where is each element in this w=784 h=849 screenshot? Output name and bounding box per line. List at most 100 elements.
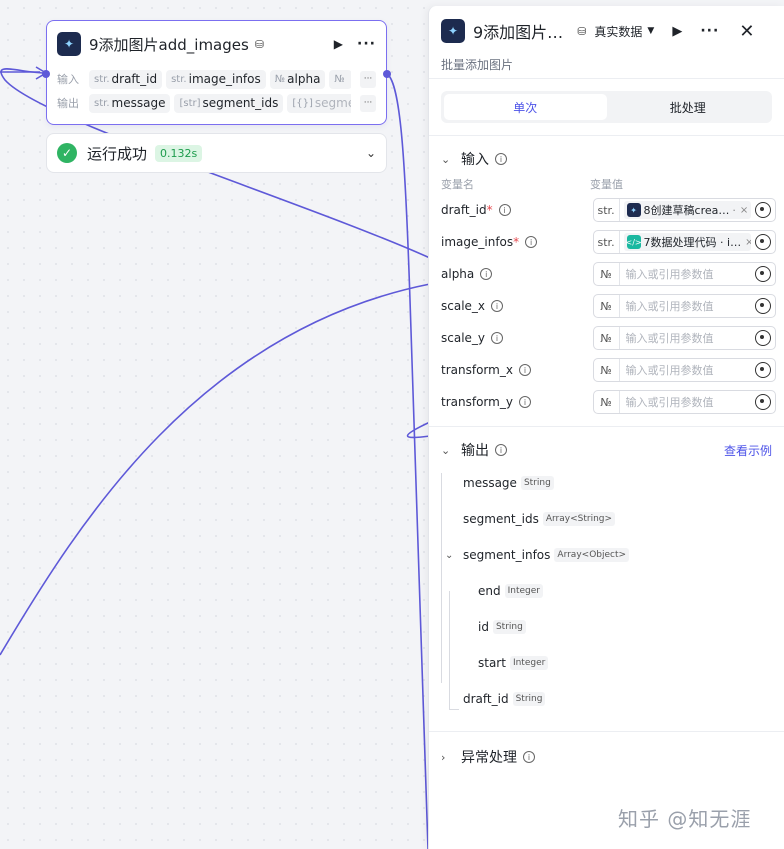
chevron-right-icon[interactable]: ›: [441, 751, 461, 764]
info-icon[interactable]: i: [491, 300, 504, 312]
view-example-link[interactable]: 查看示例: [724, 442, 772, 459]
param-value-field[interactable]: str. </>7数据处理代码 · i…×: [592, 230, 776, 254]
variable-reference-icon[interactable]: [755, 298, 771, 314]
type-badge: Integer: [504, 584, 543, 598]
variable-reference-icon[interactable]: [755, 202, 771, 218]
param-value-field[interactable]: № 输入或引用参数值: [592, 262, 776, 286]
param-type: №: [594, 391, 620, 413]
info-icon[interactable]: i: [495, 153, 507, 165]
output-item: draft_id String: [441, 681, 784, 717]
info-icon[interactable]: i: [495, 444, 507, 456]
param-row-draft-id: draft_id * i str. ✦ 8创建草稿crea… · ×: [429, 194, 784, 226]
edge-loop: [406, 421, 431, 439]
inputs-label: 输入: [57, 73, 79, 86]
edge-out-right: [385, 72, 429, 849]
param-name: alpha i: [441, 267, 593, 281]
panel-title: 9添加图片…: [473, 23, 564, 42]
error-handling-section-header[interactable]: › 异常处理 i: [429, 742, 784, 772]
output-section-title: 输出: [461, 443, 489, 459]
outputs-more-icon[interactable]: ···: [360, 94, 376, 112]
output-item: start Integer: [441, 645, 784, 681]
node-more-icon[interactable]: ···: [357, 36, 376, 52]
type-badge: String: [520, 476, 554, 490]
code-icon: </>: [626, 235, 642, 249]
param-row-transform-y: transform_y i № 输入或引用参数值: [429, 386, 784, 418]
node-inputs-row: 输入 str. draft_id str. image_infos № alpha №…: [47, 67, 386, 91]
node-outputs-row: 输出 str. message [str] segment_ids [{}] segm…: [47, 91, 386, 115]
param-name: image_infos * i: [441, 235, 593, 249]
chevron-down-icon[interactable]: ⌄: [445, 549, 463, 561]
output-chip: [{}]segment: [287, 93, 351, 113]
info-icon[interactable]: i: [518, 364, 531, 376]
info-icon[interactable]: i: [523, 751, 535, 763]
info-icon[interactable]: i: [518, 396, 531, 408]
variable-reference-icon[interactable]: [755, 266, 771, 282]
error-section-title: 异常处理: [461, 750, 517, 766]
param-row-scale-x: scale_x i № 输入或引用参数值: [429, 290, 784, 322]
variable-reference-icon[interactable]: [755, 362, 771, 378]
param-name: transform_y i: [441, 395, 593, 409]
caret-down-icon[interactable]: ▼: [647, 26, 654, 36]
param-row-image-infos: image_infos*i str. </>7数据处理代码 · i…×: [429, 226, 784, 258]
param-value-field[interactable]: № 输入或引用参数值: [592, 326, 776, 350]
info-icon[interactable]: i: [498, 204, 511, 216]
tab-batch[interactable]: 批处理: [607, 94, 770, 120]
run-mode-tabs: 单次 批处理: [441, 91, 772, 123]
param-type: №: [594, 295, 620, 317]
param-type: №: [594, 327, 620, 349]
run-status-bar[interactable]: ✓ 运行成功 0.132s ⌄: [46, 133, 387, 173]
variable-reference-icon[interactable]: [755, 330, 771, 346]
add-images-node[interactable]: ✦ 9添加图片add_images ⛁ ▶ ··· 输入 str. draft_i…: [42, 20, 391, 125]
output-section-header[interactable]: ⌄ 输出 i 查看示例: [429, 435, 784, 465]
input-chip: №: [329, 69, 351, 89]
output-item: id String: [441, 609, 784, 645]
param-value-field[interactable]: № 输入或引用参数值: [592, 390, 776, 414]
remove-reference-icon[interactable]: ×: [745, 237, 751, 248]
param-value-field[interactable]: № 输入或引用参数值: [592, 294, 776, 318]
param-placeholder: 输入或引用参数值: [625, 300, 714, 313]
type-badge: String: [512, 692, 546, 706]
param-type: №: [594, 359, 620, 381]
plugin-logo-icon: ✦: [441, 19, 465, 43]
param-value-field[interactable]: str. ✦ 8创建草稿crea… · ×: [592, 198, 776, 222]
play-icon[interactable]: ▶: [334, 37, 343, 51]
param-value-field[interactable]: № 输入或引用参数值: [592, 358, 776, 382]
run-time-badge: 0.132s: [155, 144, 203, 162]
input-port[interactable]: [42, 70, 50, 78]
store-icon: ⛁: [577, 24, 587, 38]
tab-single[interactable]: 单次: [444, 94, 607, 120]
remove-reference-icon[interactable]: ×: [740, 205, 748, 216]
output-item: ⌄ segment_infos Array<Object>: [441, 537, 784, 573]
data-mode-select[interactable]: 真实数据: [594, 23, 642, 40]
param-column-headers: 变量名 变量值: [429, 174, 784, 194]
chevron-down-icon[interactable]: ⌄: [441, 153, 461, 166]
param-type: str.: [594, 231, 620, 253]
variable-reference-icon[interactable]: [755, 234, 771, 250]
output-item: end Integer: [441, 573, 784, 609]
panel-description: 批量添加图片: [441, 58, 514, 72]
info-icon[interactable]: i: [491, 332, 504, 344]
chevron-down-icon[interactable]: ⌄: [366, 146, 376, 160]
play-icon[interactable]: ▶: [672, 24, 682, 39]
output-chip: [str] segment_ids: [174, 93, 284, 113]
col-value-header: 变量值: [590, 178, 623, 191]
input-chip: № alpha: [269, 69, 326, 89]
watermark: 知乎 @知无涯: [618, 807, 752, 831]
variable-reference-icon[interactable]: [755, 394, 771, 410]
inputs-more-icon[interactable]: ···: [360, 70, 376, 88]
param-name: scale_y i: [441, 331, 593, 345]
chevron-down-icon[interactable]: ⌄: [441, 444, 461, 457]
panel-more-icon[interactable]: ···: [700, 23, 719, 39]
reference-tag[interactable]: </>7数据处理代码 · i…×: [623, 233, 751, 251]
param-type: №: [594, 263, 620, 285]
type-badge: Array<Object>: [554, 548, 630, 562]
param-placeholder: 输入或引用参数值: [625, 364, 714, 377]
param-placeholder: 输入或引用参数值: [625, 268, 714, 281]
close-icon[interactable]: ✕: [739, 21, 754, 42]
param-name: transform_x i: [441, 363, 593, 377]
reference-tag[interactable]: ✦ 8创建草稿crea… · ×: [623, 201, 751, 219]
input-section-header[interactable]: ⌄ 输入 i: [429, 144, 784, 174]
output-port[interactable]: [383, 70, 391, 78]
info-icon[interactable]: i: [525, 236, 538, 248]
info-icon[interactable]: i: [480, 268, 493, 280]
